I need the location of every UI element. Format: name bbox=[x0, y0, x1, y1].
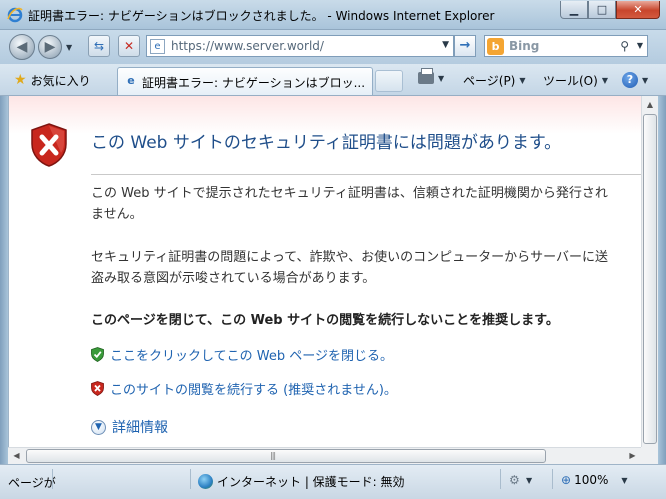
printer-icon bbox=[418, 68, 434, 84]
red-shield-x-icon bbox=[31, 123, 67, 167]
page-dropdown-icon: ▼ bbox=[519, 76, 526, 85]
protected-mode-icon[interactable]: ⚙ bbox=[509, 473, 520, 487]
back-arrow-icon: ◀ bbox=[16, 39, 28, 55]
ie-logo-icon bbox=[7, 7, 23, 23]
window-frame-left bbox=[0, 96, 8, 464]
favorites-button[interactable]: ★ お気に入り bbox=[10, 69, 97, 91]
paragraph-line: 盗み取る意図が示唆されている場合があります。 bbox=[91, 271, 376, 286]
star-icon: ★ bbox=[14, 72, 27, 88]
help-icon: ? bbox=[622, 72, 638, 88]
recommendation-text: このページを閉じて、この Web サイトの閲覧を続行しないことを推奨します。 bbox=[91, 313, 559, 328]
search-icon[interactable]: ⚲ bbox=[620, 39, 629, 53]
green-shield-check-icon bbox=[91, 347, 104, 362]
vertical-scroll-thumb[interactable] bbox=[643, 114, 657, 444]
red-shield-x-icon bbox=[91, 381, 104, 396]
page-title: この Web サイトのセキュリティ証明書には問題があります。 bbox=[91, 133, 562, 153]
address-row: ◀ ▶ ▼ ⇆ ✕ e https://www.server.world/ ▼ … bbox=[0, 30, 666, 64]
history-dropdown-icon[interactable]: ▼ bbox=[66, 43, 72, 52]
more-information-toggle[interactable]: ▼ 詳細情報 bbox=[91, 417, 168, 437]
scroll-right-icon[interactable]: ▶ bbox=[624, 448, 641, 464]
status-separator bbox=[500, 469, 501, 489]
horizontal-scroll-thumb[interactable] bbox=[26, 449, 546, 463]
refresh-button[interactable]: ⇆ bbox=[88, 35, 110, 57]
protected-mode-dropdown-icon[interactable]: ▼ bbox=[526, 476, 532, 485]
minimize-button[interactable]: ▁ bbox=[560, 1, 588, 19]
vertical-scrollbar[interactable]: ▲ ▼ bbox=[641, 96, 658, 464]
url-text[interactable]: https://www.server.world/ bbox=[171, 39, 324, 53]
address-dropdown-icon[interactable]: ▼ bbox=[442, 40, 449, 50]
scroll-left-icon[interactable]: ◀ bbox=[8, 448, 25, 464]
more-information-label[interactable]: 詳細情報 bbox=[112, 417, 168, 437]
tools-dropdown-icon: ▼ bbox=[601, 76, 608, 85]
window-frame-right bbox=[658, 96, 666, 464]
page-menu-label: ページ(P) bbox=[463, 74, 516, 88]
paragraph-line: この Web サイトで提示されたセキュリティ証明書は、信頼された証明機関から発行… bbox=[91, 186, 608, 201]
continue-to-site-link[interactable]: このサイトの閲覧を続行する (推奨されません)。 bbox=[91, 379, 397, 398]
back-button[interactable]: ◀ bbox=[9, 34, 35, 60]
certificate-error-page: この Web サイトのセキュリティ証明書には問題があります。 この Web サイ… bbox=[8, 96, 641, 464]
tab-label: 証明書エラー: ナビゲーションはブロッ... bbox=[142, 76, 366, 90]
stop-icon: ✕ bbox=[123, 39, 135, 53]
status-text: ページが bbox=[8, 476, 56, 490]
scroll-up-icon[interactable]: ▲ bbox=[642, 96, 658, 113]
new-tab-button[interactable] bbox=[375, 70, 403, 92]
paragraph-line: セキュリティ証明書の問題によって、詐欺や、お使いのコンピューターからサーバーに送 bbox=[91, 250, 609, 265]
status-bar: ページが インターネット | 保護モード: 無効 ⚙ ▼ ⊕ 100% ▼ bbox=[0, 464, 666, 499]
close-page-link-text[interactable]: ここをクリックしてこの Web ページを閉じる。 bbox=[110, 345, 393, 364]
command-bar: ★ お気に入り e 証明書エラー: ナビゲーションはブロッ... ▼ ページ(P… bbox=[0, 64, 666, 96]
print-button[interactable]: ▼ bbox=[418, 68, 444, 84]
scrollbar-corner bbox=[641, 447, 658, 464]
zone-label: インターネット | 保護モード: 無効 bbox=[217, 475, 405, 489]
refresh-icon: ⇆ bbox=[93, 39, 105, 53]
risk-explanation: セキュリティ証明書の問題によって、詐欺や、お使いのコンピューターからサーバーに送… bbox=[91, 247, 641, 289]
forward-button[interactable]: ▶ bbox=[38, 35, 62, 59]
page-menu[interactable]: ページ(P) ▼ bbox=[463, 72, 526, 89]
page-icon: e bbox=[150, 39, 165, 54]
close-button[interactable]: ✕ bbox=[616, 1, 660, 19]
horizontal-scrollbar[interactable]: ◀ ||| ▶ bbox=[8, 447, 641, 464]
zoom-control[interactable]: ⊕ 100% ▼ bbox=[561, 473, 628, 487]
stop-button[interactable]: ✕ bbox=[118, 35, 140, 57]
zoom-dropdown-icon[interactable]: ▼ bbox=[621, 476, 627, 485]
paragraph-line: ません。 bbox=[91, 207, 143, 222]
tools-menu[interactable]: ツール(O) ▼ bbox=[543, 72, 608, 89]
forward-arrow-icon: ▶ bbox=[44, 39, 56, 55]
address-field[interactable]: e https://www.server.world/ ▼ bbox=[146, 35, 454, 57]
bing-icon: b bbox=[487, 38, 504, 55]
certificate-explanation: この Web サイトで提示されたセキュリティ証明書は、信頼された証明機関から発行… bbox=[91, 183, 641, 225]
status-separator bbox=[552, 469, 553, 489]
expand-chevron-icon: ▼ bbox=[91, 419, 106, 435]
tools-menu-label: ツール(O) bbox=[543, 74, 598, 88]
window-controls: ▁ □ ✕ bbox=[560, 1, 660, 19]
scroll-grip-icon: ||| bbox=[270, 451, 276, 460]
zoom-level: 100% bbox=[574, 473, 609, 487]
ie-page-icon: e bbox=[127, 74, 135, 87]
search-options-dropdown-icon[interactable]: ▼ bbox=[637, 41, 643, 50]
title-bar: 証明書エラー: ナビゲーションはブロックされました。 - Windows Int… bbox=[0, 0, 666, 30]
status-separator bbox=[190, 469, 191, 489]
help-dropdown-icon: ▼ bbox=[642, 75, 649, 85]
continue-link-text[interactable]: このサイトの閲覧を続行する (推奨されません)。 bbox=[110, 379, 397, 398]
security-zone[interactable]: インターネット | 保護モード: 無効 bbox=[198, 473, 405, 490]
print-dropdown-icon[interactable]: ▼ bbox=[438, 74, 444, 83]
search-input[interactable]: b Bing ⚲ ▼ bbox=[484, 35, 648, 57]
zoom-icon: ⊕ bbox=[561, 473, 572, 487]
tab-active[interactable]: e 証明書エラー: ナビゲーションはブロッ... bbox=[117, 67, 373, 95]
globe-icon bbox=[198, 474, 213, 489]
search-placeholder: Bing bbox=[509, 39, 540, 53]
divider bbox=[91, 174, 641, 175]
close-page-link[interactable]: ここをクリックしてこの Web ページを閉じる。 bbox=[91, 345, 393, 364]
go-button[interactable]: → bbox=[454, 35, 476, 57]
status-separator bbox=[52, 469, 53, 489]
help-button[interactable]: ? ▼ bbox=[622, 72, 648, 88]
go-arrow-icon: → bbox=[459, 38, 471, 53]
favorites-label: お気に入り bbox=[30, 73, 91, 88]
window-title: 証明書エラー: ナビゲーションはブロックされました。 - Windows Int… bbox=[28, 9, 495, 23]
maximize-button[interactable]: □ bbox=[588, 1, 616, 19]
